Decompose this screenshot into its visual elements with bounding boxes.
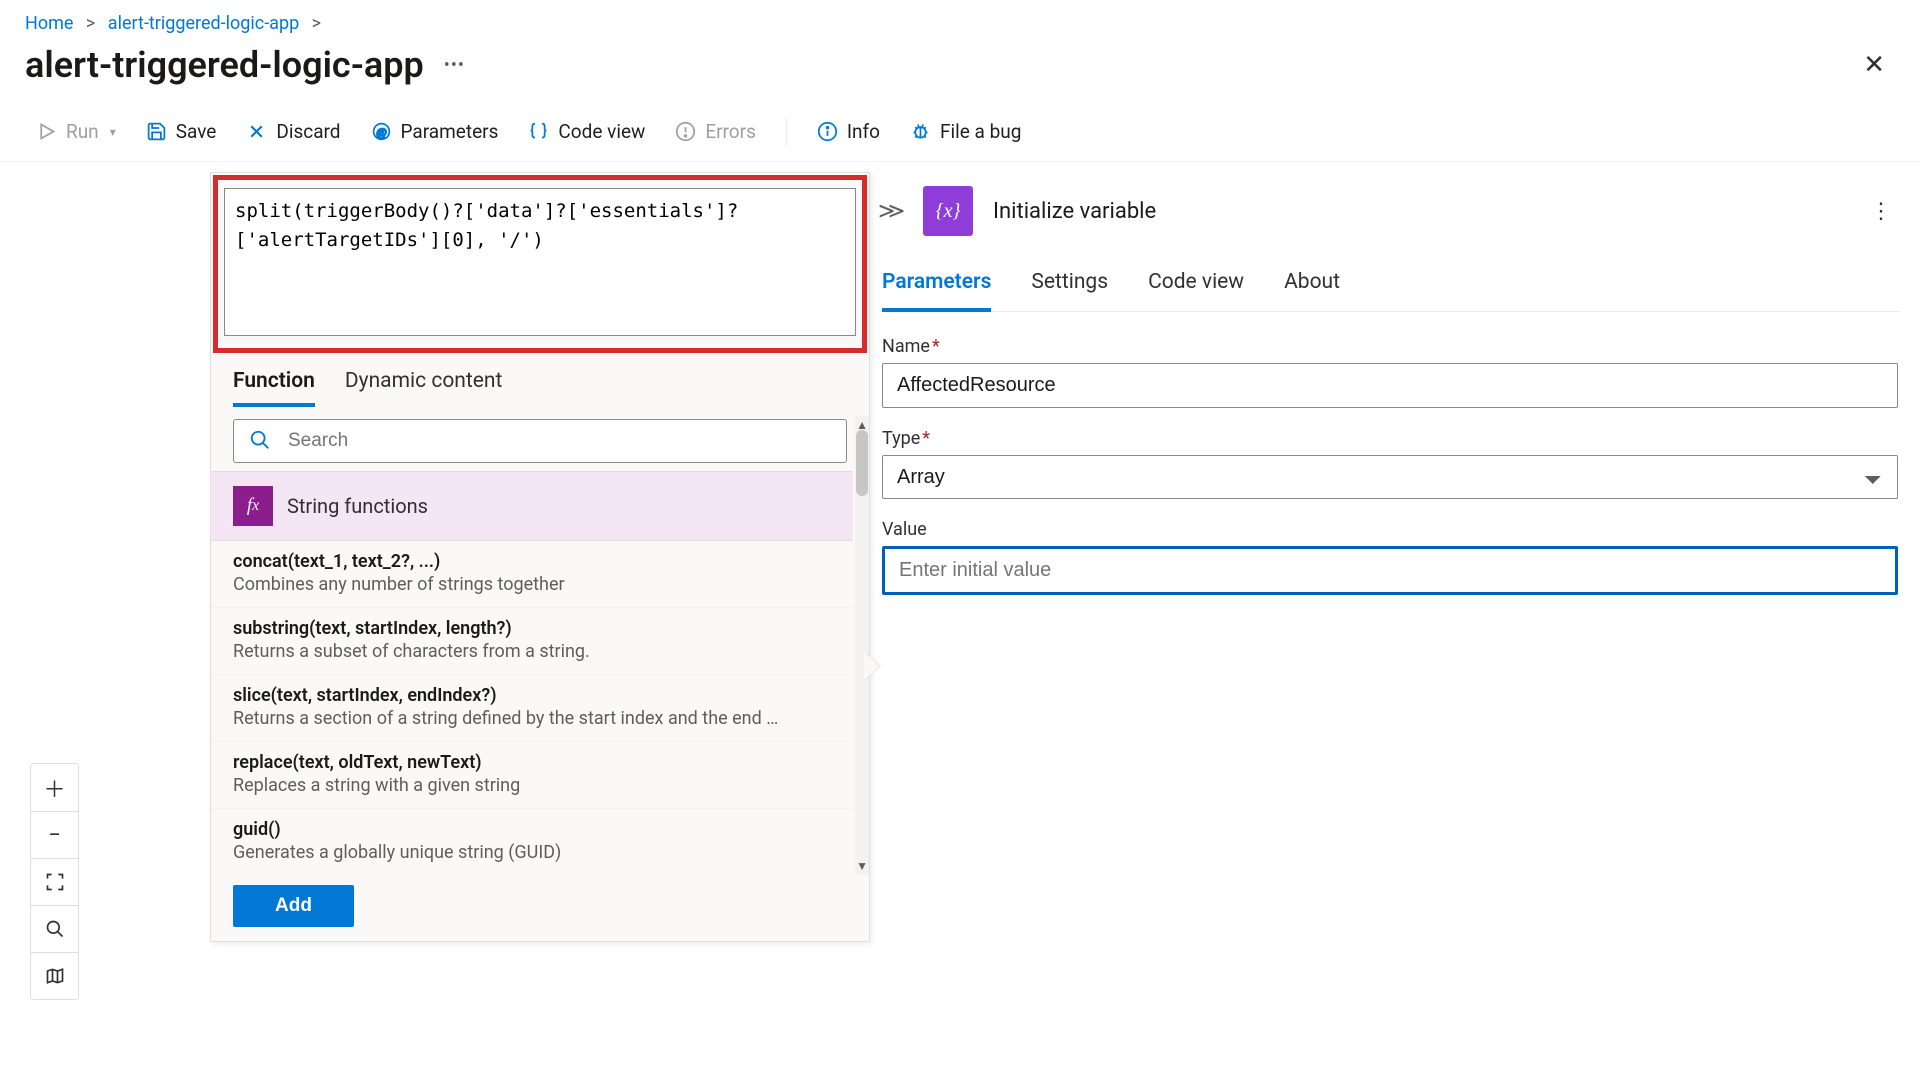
breadcrumb: Home > alert-triggered-logic-app > <box>0 0 1920 38</box>
discard-label: Discard <box>276 120 340 143</box>
tab-code-view[interactable]: Code view <box>1148 256 1244 311</box>
close-icon[interactable]: ✕ <box>1853 50 1895 80</box>
info-button[interactable]: Info <box>803 114 894 149</box>
save-label: Save <box>176 120 217 143</box>
errors-button[interactable]: Errors <box>661 114 770 149</box>
tab-dynamic-content[interactable]: Dynamic content <box>345 359 503 407</box>
play-icon <box>36 121 57 142</box>
save-icon <box>146 121 167 142</box>
expression-tabs: Function Dynamic content <box>211 355 869 407</box>
x-icon <box>246 121 267 142</box>
function-category-header[interactable]: fx String functions <box>211 471 853 541</box>
info-icon <box>817 121 838 142</box>
zoom-toolbar: ＋ − <box>30 763 79 1000</box>
type-select[interactable]: Array <box>882 455 1898 499</box>
zoom-out-button[interactable]: − <box>31 811 78 858</box>
more-actions-icon[interactable]: ••• <box>438 51 471 80</box>
breadcrumb-item[interactable]: alert-triggered-logic-app <box>108 13 299 34</box>
search-icon <box>249 429 271 451</box>
tab-about[interactable]: About <box>1284 256 1340 311</box>
scroll-thumb[interactable] <box>856 430 868 496</box>
function-item[interactable]: slice(text, startIndex, endIndex?) Retur… <box>211 675 853 742</box>
errors-label: Errors <box>705 120 756 143</box>
toolbar: Run ▾ Save Discard @ Parameters Code vie… <box>0 106 1920 162</box>
function-signature: guid() <box>233 819 831 840</box>
bug-icon <box>910 121 931 142</box>
toolbar-divider <box>786 118 787 146</box>
function-description: Generates a globally unique string (GUID… <box>233 842 831 863</box>
function-search-input[interactable] <box>233 419 847 463</box>
zoom-in-button[interactable]: ＋ <box>31 764 78 811</box>
action-title: Initialize variable <box>993 199 1850 224</box>
run-button[interactable]: Run ▾ <box>22 114 130 149</box>
code-view-button[interactable]: Code view <box>514 114 659 149</box>
category-label: String functions <box>287 494 428 518</box>
value-input[interactable] <box>882 546 1898 595</box>
breadcrumb-sep: > <box>86 13 95 34</box>
map-icon <box>45 966 65 986</box>
errors-icon <box>675 121 696 142</box>
scroll-down-icon[interactable]: ▼ <box>854 857 870 875</box>
chevron-down-icon: ▾ <box>110 125 116 139</box>
name-input[interactable] <box>882 363 1898 408</box>
action-more-icon[interactable]: ⋮ <box>1870 199 1892 224</box>
info-label: Info <box>847 120 880 143</box>
breadcrumb-sep: > <box>312 13 321 34</box>
parameters-button[interactable]: @ Parameters <box>357 114 513 149</box>
parameters-label: Parameters <box>401 120 499 143</box>
function-signature: slice(text, startIndex, endIndex?) <box>233 685 831 706</box>
expression-input[interactable]: split(triggerBody()?['data']?['essential… <box>224 188 856 336</box>
function-description: Combines any number of strings together <box>233 574 831 595</box>
config-tabs: Parameters Settings Code view About <box>880 256 1900 312</box>
page-title: alert-triggered-logic-app <box>25 44 424 86</box>
function-item[interactable]: guid() Generates a globally unique strin… <box>211 809 853 875</box>
function-signature: replace(text, oldText, newText) <box>233 752 831 773</box>
function-scrollbar[interactable]: ▲ ▼ <box>855 416 869 875</box>
value-label: Value <box>882 519 1898 540</box>
tab-parameters[interactable]: Parameters <box>882 256 991 312</box>
variable-action-icon: {x} <box>923 186 973 236</box>
magnifier-icon <box>45 919 65 939</box>
expression-highlight: split(triggerBody()?['data']?['essential… <box>213 175 867 353</box>
tab-function[interactable]: Function <box>233 359 315 407</box>
parameters-icon: @ <box>371 121 392 142</box>
file-bug-button[interactable]: File a bug <box>896 114 1035 149</box>
fit-screen-button[interactable] <box>31 858 78 905</box>
fx-icon: fx <box>233 486 273 526</box>
name-label: Name* <box>882 336 1898 357</box>
breadcrumb-home[interactable]: Home <box>25 13 73 34</box>
action-config-panel: ≫ {x} Initialize variable ⋮ Parameters S… <box>880 174 1900 639</box>
discard-button[interactable]: Discard <box>232 114 354 149</box>
function-description: Returns a subset of characters from a st… <box>233 641 831 662</box>
function-description: Returns a section of a string defined by… <box>233 708 831 729</box>
collapse-icon[interactable]: ≫ <box>878 199 906 224</box>
function-item[interactable]: concat(text_1, text_2?, ...) Combines an… <box>211 541 853 608</box>
type-label: Type* <box>882 428 1898 449</box>
svg-text:@: @ <box>376 127 386 139</box>
panel-pointer <box>864 652 880 680</box>
file-bug-label: File a bug <box>940 120 1021 143</box>
fit-icon <box>45 872 65 892</box>
search-canvas-button[interactable] <box>31 905 78 952</box>
function-item[interactable]: substring(text, startIndex, length?) Ret… <box>211 608 853 675</box>
run-label: Run <box>66 120 99 143</box>
save-button[interactable]: Save <box>132 114 231 149</box>
braces-icon <box>528 121 549 142</box>
function-signature: concat(text_1, text_2?, ...) <box>233 551 831 572</box>
expression-editor-panel: split(triggerBody()?['data']?['essential… <box>210 172 870 942</box>
function-signature: substring(text, startIndex, length?) <box>233 618 831 639</box>
add-expression-button[interactable]: Add <box>233 885 354 927</box>
function-list: concat(text_1, text_2?, ...) Combines an… <box>211 541 869 875</box>
tab-settings[interactable]: Settings <box>1031 256 1108 311</box>
minimap-button[interactable] <box>31 952 78 999</box>
function-description: Replaces a string with a given string <box>233 775 831 796</box>
code-view-label: Code view <box>558 120 645 143</box>
function-item[interactable]: replace(text, oldText, newText) Replaces… <box>211 742 853 809</box>
